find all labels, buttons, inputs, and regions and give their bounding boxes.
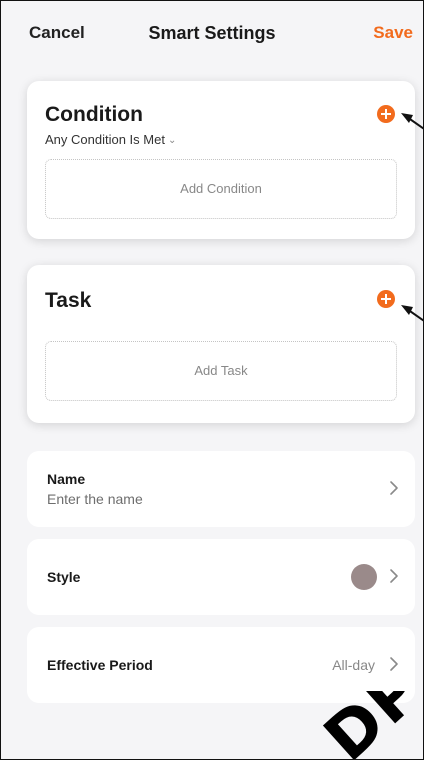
style-label: Style [47, 569, 81, 585]
chevron-right-icon [389, 655, 399, 673]
add-condition-button[interactable]: Add Condition [45, 159, 397, 219]
style-color-swatch [351, 564, 377, 590]
effective-period-value: All-day [332, 657, 375, 673]
watermark-text: DP [311, 691, 424, 760]
effective-period-label: Effective Period [47, 657, 153, 673]
plus-icon-vertical [385, 109, 387, 119]
top-bar: Cancel Smart Settings Save [1, 1, 423, 67]
watermark: DP [301, 691, 424, 760]
task-title: Task [45, 289, 92, 312]
condition-mode-label: Any Condition Is Met [45, 132, 165, 147]
chevron-right-icon [389, 479, 399, 497]
condition-title: Condition [45, 103, 143, 126]
plus-icon-vertical [385, 294, 387, 304]
save-button[interactable]: Save [373, 23, 413, 43]
page-title: Smart Settings [148, 23, 276, 43]
add-task-plus-icon[interactable] [377, 290, 395, 308]
add-task-button[interactable]: Add Task [45, 341, 397, 401]
name-placeholder: Enter the name [47, 491, 143, 507]
name-label: Name [47, 471, 86, 487]
chevron-right-icon [389, 567, 399, 585]
phone-screen: Cancel Smart Settings Save Condition Any… [0, 0, 424, 760]
annotation-arrows [401, 113, 423, 322]
style-row[interactable]: Style [27, 539, 415, 615]
add-condition-plus-icon[interactable] [377, 105, 395, 123]
chevron-down-icon: ⌄ [167, 135, 177, 146]
condition-card: Condition Any Condition Is Met ⌄ Add Cond… [27, 81, 415, 239]
arrow-head-task [401, 305, 413, 315]
name-row[interactable]: Name Enter the name [27, 451, 415, 527]
task-card: Task Add Task [27, 265, 415, 423]
condition-mode-dropdown[interactable]: Any Condition Is Met ⌄ [45, 132, 176, 147]
arrow-head-condition [401, 113, 413, 123]
